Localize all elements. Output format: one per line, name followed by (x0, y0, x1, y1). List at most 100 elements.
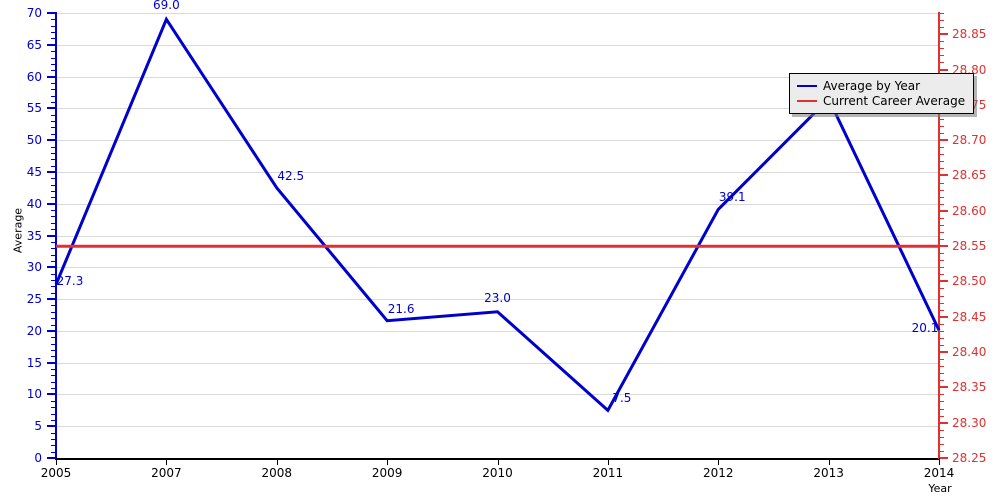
gridline (57, 394, 938, 396)
left-axis-tick (47, 75, 57, 78)
left-axis-minor-tick (51, 413, 57, 415)
left-axis-tick-label: 20 (26, 323, 42, 338)
left-axis-minor-tick (51, 407, 57, 409)
left-axis-minor-tick (51, 19, 57, 21)
left-axis-tick (47, 361, 57, 364)
right-axis-minor-tick (938, 161, 944, 163)
left-axis-minor-tick (51, 70, 57, 72)
left-axis-minor-tick (51, 89, 57, 91)
gridline (57, 362, 938, 364)
left-axis-minor-tick (51, 25, 57, 27)
left-axis-minor-tick (51, 419, 57, 421)
right-axis-tick (938, 139, 948, 142)
right-axis-minor-tick (938, 288, 944, 290)
right-axis-minor-tick (938, 147, 944, 149)
data-point-label: 69.0 (153, 0, 180, 13)
x-axis-tick (497, 458, 499, 465)
left-axis-minor-tick (51, 121, 57, 123)
right-axis-tick (938, 68, 948, 71)
x-axis-tick-label: 2013 (813, 466, 844, 480)
right-axis-minor-tick (938, 337, 944, 339)
right-axis-minor-tick (938, 48, 944, 50)
right-axis-tick-label: 28.35 (952, 380, 987, 395)
right-axis-tick (938, 33, 948, 36)
left-axis-minor-tick (51, 356, 57, 358)
right-axis-minor-tick (938, 224, 944, 226)
left-axis-tick-label: 0 (34, 451, 42, 465)
legend-swatch-average-by-year (797, 84, 817, 87)
left-axis-tick-label: 5 (34, 419, 42, 434)
right-axis-tick-label: 28.70 (952, 133, 987, 148)
right-axis-minor-tick (938, 231, 944, 233)
x-axis-tick-label: 2007 (151, 466, 182, 480)
gridline (57, 171, 938, 173)
right-axis-minor-tick (938, 189, 944, 191)
left-axis-minor-tick (51, 38, 57, 40)
left-axis-tick-label: 25 (26, 292, 42, 307)
left-axis-tick-label: 15 (26, 355, 42, 370)
legend-item-current-career-average[interactable]: Current Career Average (797, 93, 965, 108)
chart-container: 0 5 10 15 20 25 30 35 40 45 50 55 60 65 70 28.25 28.30 2… (0, 0, 1000, 500)
data-point-label: 39.1 (718, 190, 746, 205)
left-axis-minor-tick (51, 51, 57, 53)
x-axis-tick (828, 458, 830, 465)
left-axis-minor-tick (51, 400, 57, 402)
left-axis-tick-label: 70 (26, 6, 42, 20)
left-axis-tick-label: 60 (26, 69, 42, 84)
x-axis-title: Year (928, 482, 952, 495)
right-axis-tick-label: 28.60 (952, 203, 987, 218)
left-axis-tick-label: 45 (26, 164, 42, 179)
left-axis-minor-tick (51, 229, 57, 231)
right-axis-minor-tick (938, 253, 944, 255)
left-axis-tick (47, 107, 57, 110)
right-axis-minor-tick (938, 366, 944, 368)
right-axis-minor-tick (938, 443, 944, 445)
gridline (57, 426, 938, 428)
right-axis-minor-tick (938, 302, 944, 304)
right-axis-minor-tick (938, 239, 944, 241)
right-axis-minor-tick (938, 267, 944, 269)
right-axis-minor-tick (938, 196, 944, 198)
right-axis-tick (938, 280, 948, 283)
chart-legend: Average by Year Current Career Average (789, 73, 975, 114)
right-axis-minor-tick (938, 344, 944, 346)
left-axis-minor-tick (51, 381, 57, 383)
left-axis-minor-tick (51, 165, 57, 167)
gridline (57, 140, 938, 142)
right-axis-minor-tick (938, 182, 944, 184)
x-axis-tick (56, 458, 57, 465)
left-axis-minor-tick (51, 292, 57, 294)
right-axis-minor-tick (938, 203, 944, 205)
right-axis-minor-tick (938, 429, 944, 431)
left-axis-tick (47, 170, 57, 173)
right-axis-tick-label: 28.85 (952, 27, 987, 42)
left-axis-minor-tick (51, 438, 57, 440)
y-axis-title: Average (11, 207, 25, 254)
left-axis-minor-tick (51, 318, 57, 320)
left-axis-minor-tick (51, 343, 57, 345)
left-axis-minor-tick (51, 102, 57, 103)
left-axis-minor-tick (51, 146, 57, 148)
x-axis-tick-label: 2010 (482, 466, 513, 480)
left-axis-tick (47, 202, 57, 205)
left-axis-minor-tick (51, 191, 57, 192)
left-axis-minor-tick (51, 127, 57, 129)
left-axis-tick (47, 329, 57, 332)
legend-item-average-by-year[interactable]: Average by Year (797, 78, 965, 93)
right-axis-minor-tick (938, 450, 944, 452)
x-axis-tick (607, 458, 609, 465)
left-axis-minor-tick (51, 210, 57, 212)
left-axis-minor-tick (51, 133, 57, 135)
right-axis-minor-tick (938, 55, 944, 57)
right-axis-minor-tick (938, 118, 944, 120)
left-axis-minor-tick (51, 197, 57, 199)
legend-label-average-by-year: Average by Year (823, 78, 921, 93)
data-point-label: 7.5 (612, 391, 632, 406)
legend-swatch-current-career-average (797, 99, 817, 102)
left-axis-minor-tick (51, 57, 57, 59)
left-axis-minor-tick (51, 432, 57, 434)
left-axis-tick (47, 425, 57, 428)
right-axis-tick-label: 28.50 (952, 274, 987, 289)
right-axis-tick (938, 245, 948, 248)
right-axis-minor-tick (938, 62, 944, 64)
